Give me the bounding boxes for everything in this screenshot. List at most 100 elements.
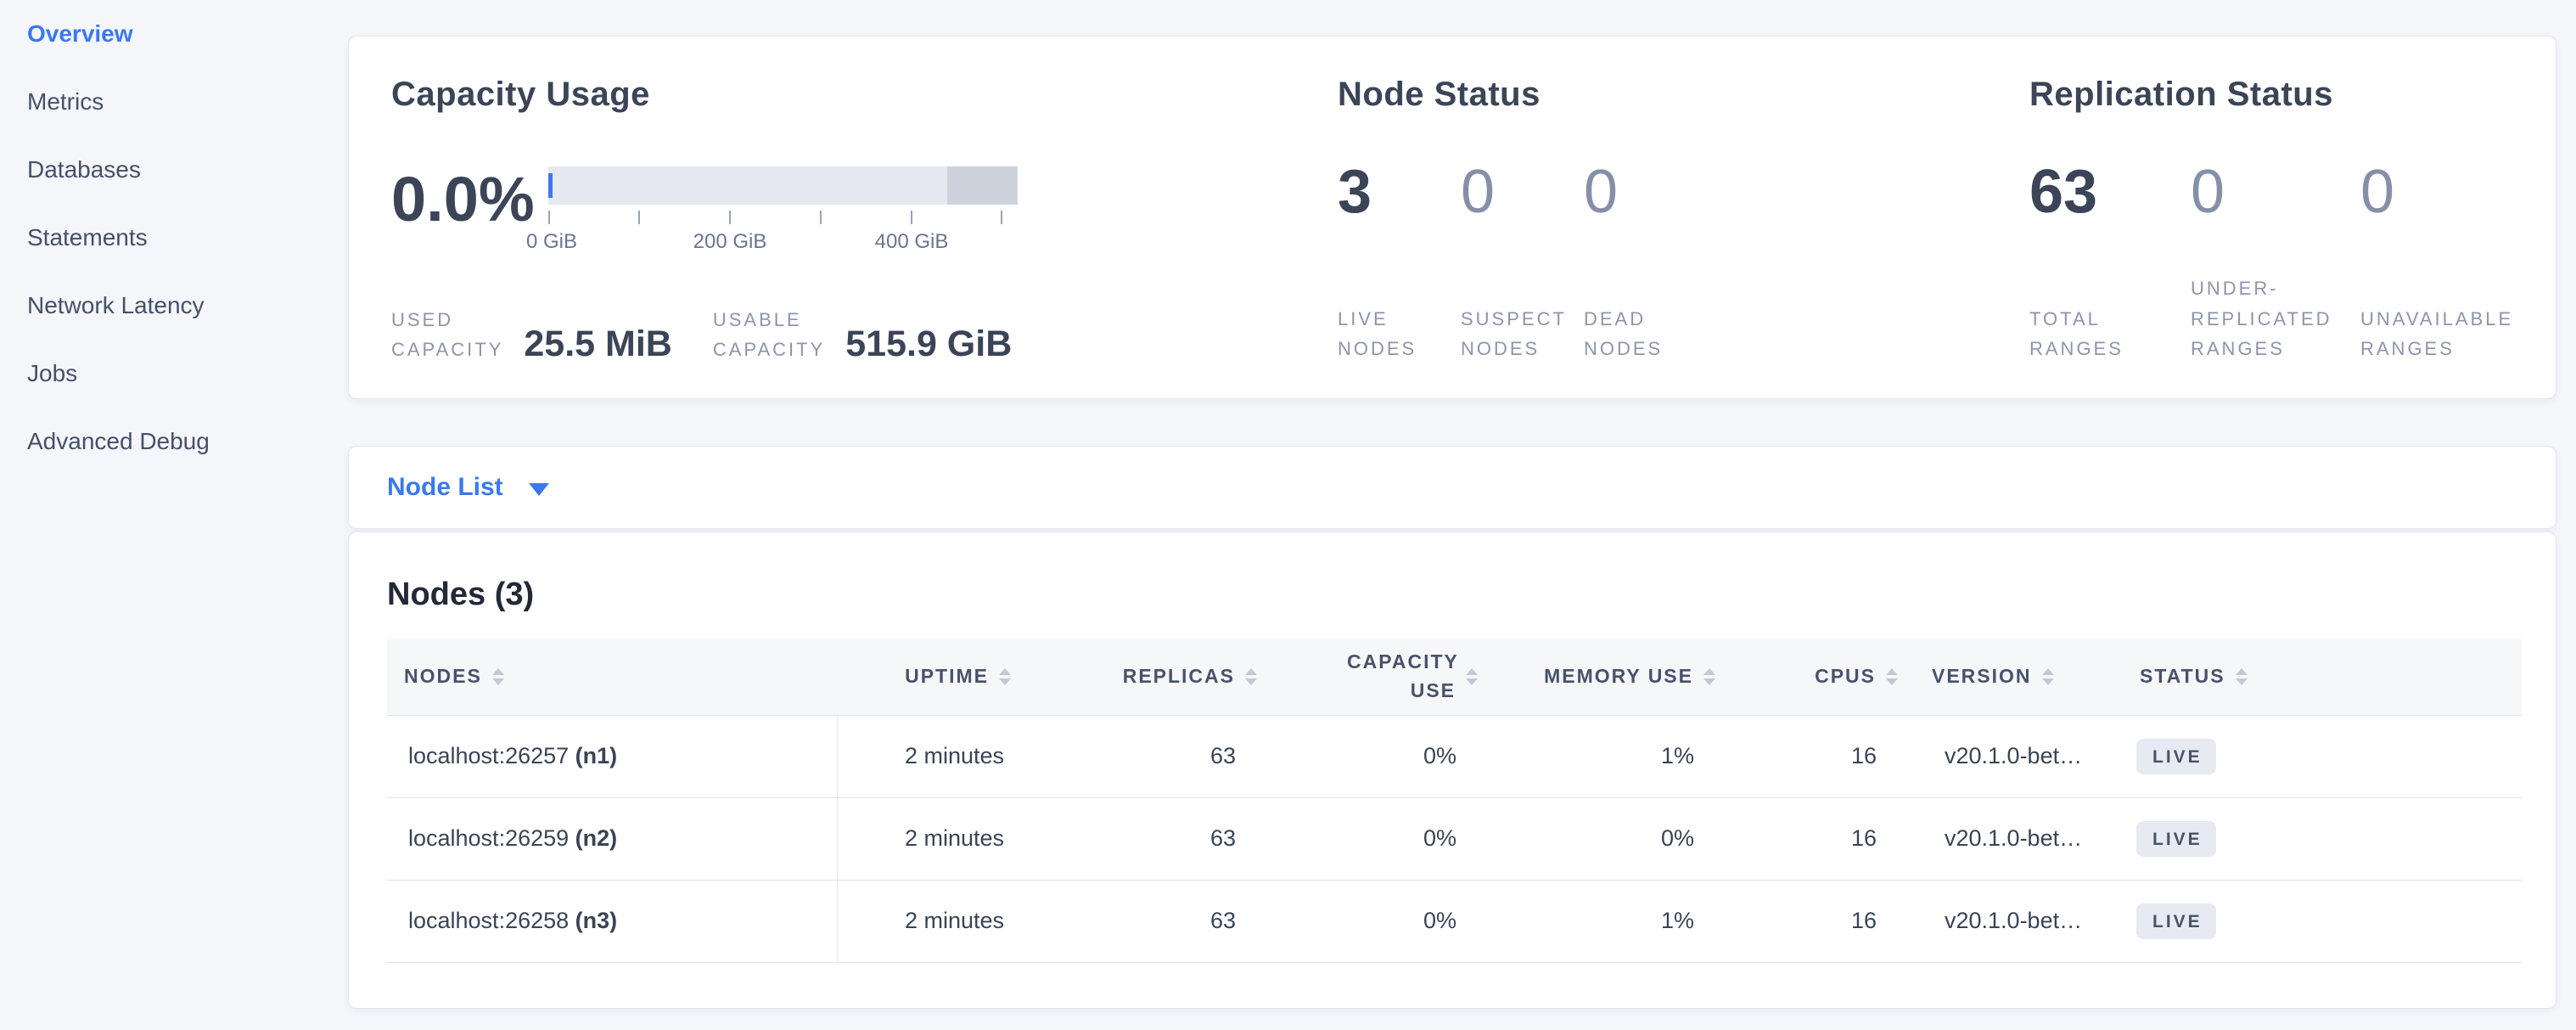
- total-ranges-stat: 63 TOTAL RANGES: [2029, 161, 2191, 363]
- node-address[interactable]: localhost:26258: [408, 908, 569, 933]
- usable-capacity-stat: USABLE CAPACITY 515.9 GiB: [713, 305, 1012, 364]
- axis-label-200gib: 200 GiB: [693, 230, 767, 254]
- cluster-summary-card: Capacity Usage 0.0%: [348, 36, 2556, 399]
- sidebar-item-network-latency[interactable]: Network Latency: [27, 272, 348, 340]
- node-replicas: 63: [1028, 715, 1274, 797]
- unavailable-ranges-label: UNAVAILABLE RANGES: [2360, 304, 2513, 363]
- column-header-version[interactable]: VERSION: [1915, 639, 2123, 715]
- table-row-node-2[interactable]: localhost:26259 (n2) 2 minutes 63 0% 0% …: [387, 797, 2522, 880]
- unavailable-ranges-stat: 0 UNAVAILABLE RANGES: [2360, 161, 2513, 363]
- suspect-nodes-stat: 0 SUSPECT NODES: [1461, 161, 1584, 363]
- node-version: v20.1.0-bet…: [1915, 715, 2123, 797]
- capacity-usage-title: Capacity Usage: [391, 76, 1338, 114]
- axis-tick: [729, 211, 731, 224]
- live-nodes-stat: 3 LIVE NODES: [1338, 161, 1461, 363]
- node-id: (n3): [575, 908, 618, 933]
- capacity-bar-chart: 0 GiB 200 GiB 400 GiB: [548, 166, 1018, 254]
- capacity-bar-track: [548, 166, 1018, 205]
- axis-tick: [820, 211, 822, 224]
- sort-icon: [1886, 668, 1898, 685]
- node-capacity-use: 0%: [1274, 880, 1495, 962]
- used-capacity-value: 25.5 MiB: [524, 326, 671, 363]
- node-cpus: 16: [1732, 715, 1915, 797]
- sidebar-item-metrics[interactable]: Metrics: [27, 68, 348, 136]
- under-replicated-ranges-stat: 0 UNDER- REPLICATED RANGES: [2191, 161, 2360, 363]
- capacity-usage-panel: Capacity Usage 0.0%: [391, 76, 1338, 398]
- table-row-node-3[interactable]: localhost:26258 (n3) 2 minutes 63 0% 1% …: [387, 880, 2522, 962]
- node-address[interactable]: localhost:26259: [408, 825, 569, 851]
- node-uptime: 2 minutes: [837, 715, 1028, 797]
- sidebar-item-statements[interactable]: Statements: [27, 204, 348, 272]
- usable-capacity-label: USABLE CAPACITY: [713, 305, 825, 364]
- node-memory-use: 1%: [1495, 880, 1732, 962]
- total-ranges-value: 63: [2029, 161, 2191, 222]
- column-header-cpus[interactable]: CPUS: [1732, 639, 1915, 715]
- axis-label-400gib: 400 GiB: [875, 230, 949, 254]
- sort-icon: [2042, 668, 2054, 685]
- column-header-nodes[interactable]: NODES: [387, 639, 837, 715]
- sidebar-item-jobs[interactable]: Jobs: [27, 340, 348, 408]
- node-list-selector-label: Node List: [387, 473, 503, 502]
- suspect-nodes-label: SUSPECT NODES: [1461, 304, 1584, 363]
- node-list-selector[interactable]: Node List: [348, 446, 2556, 529]
- main-content: Capacity Usage 0.0%: [348, 0, 2576, 1030]
- dead-nodes-stat: 0 DEAD NODES: [1584, 161, 1707, 363]
- sort-icon: [1245, 668, 1257, 685]
- status-badge: LIVE: [2136, 903, 2216, 939]
- dead-nodes-value: 0: [1584, 161, 1707, 222]
- column-header-replicas[interactable]: REPLICAS: [1028, 639, 1274, 715]
- axis-tick: [911, 211, 912, 224]
- app-root: Overview Metrics Databases Statements Ne…: [0, 0, 2576, 1030]
- under-replicated-ranges-label: UNDER- REPLICATED RANGES: [2191, 273, 2360, 363]
- node-address[interactable]: localhost:26257: [408, 743, 569, 768]
- column-header-uptime[interactable]: UPTIME: [837, 639, 1028, 715]
- nodes-table-card: Nodes (3) NODES UPTIME REP: [348, 532, 2556, 1009]
- under-replicated-ranges-value: 0: [2191, 161, 2360, 222]
- sort-icon: [1466, 668, 1478, 685]
- node-replicas: 63: [1028, 880, 1274, 962]
- sidebar-item-advanced-debug[interactable]: Advanced Debug: [27, 408, 348, 476]
- column-header-capacity-use[interactable]: CAPACITY USE: [1274, 639, 1495, 715]
- usable-capacity-value: 515.9 GiB: [845, 326, 1012, 363]
- capacity-axis: 0 GiB 200 GiB 400 GiB: [548, 205, 1018, 254]
- sidebar-item-overview[interactable]: Overview: [27, 0, 348, 68]
- status-badge: LIVE: [2136, 821, 2216, 857]
- capacity-bar-used-marker: [548, 173, 553, 198]
- column-header-memory-use[interactable]: MEMORY USE: [1495, 639, 1732, 715]
- used-capacity-label: USED CAPACITY: [391, 305, 503, 364]
- live-nodes-value: 3: [1338, 161, 1461, 222]
- capacity-percent: 0.0%: [391, 168, 548, 254]
- node-capacity-use: 0%: [1274, 715, 1495, 797]
- live-nodes-label: LIVE NODES: [1338, 304, 1461, 363]
- node-uptime: 2 minutes: [837, 797, 1028, 880]
- replication-status-title: Replication Status: [2029, 76, 2556, 114]
- axis-tick: [1001, 211, 1002, 224]
- unavailable-ranges-value: 0: [2360, 161, 2513, 222]
- node-cpus: 16: [1732, 797, 1915, 880]
- node-capacity-use: 0%: [1274, 797, 1495, 880]
- capacity-bar-remainder-segment: [947, 166, 1018, 205]
- axis-tick: [638, 211, 640, 224]
- node-status-title: Node Status: [1338, 76, 2029, 114]
- sort-icon: [999, 668, 1011, 685]
- used-capacity-stat: USED CAPACITY 25.5 MiB: [391, 305, 672, 364]
- table-row-node-1[interactable]: localhost:26257 (n1) 2 minutes 63 0% 1% …: [387, 715, 2522, 797]
- total-ranges-label: TOTAL RANGES: [2029, 304, 2191, 363]
- node-cpus: 16: [1732, 880, 1915, 962]
- replication-status-panel: Replication Status 63 TOTAL RANGES 0 UND…: [2029, 76, 2556, 398]
- node-memory-use: 0%: [1495, 797, 1732, 880]
- nodes-table-title: Nodes (3): [387, 577, 2522, 613]
- node-version: v20.1.0-bet…: [1915, 880, 2123, 962]
- node-memory-use: 1%: [1495, 715, 1732, 797]
- column-header-status[interactable]: STATUS: [2123, 639, 2522, 715]
- node-uptime: 2 minutes: [837, 880, 1028, 962]
- sidebar-item-databases[interactable]: Databases: [27, 136, 348, 204]
- status-badge: LIVE: [2136, 739, 2216, 774]
- axis-label-0gib: 0 GiB: [526, 230, 577, 254]
- node-replicas: 63: [1028, 797, 1274, 880]
- node-id: (n1): [575, 743, 618, 768]
- sidebar: Overview Metrics Databases Statements Ne…: [0, 0, 348, 1030]
- node-version: v20.1.0-bet…: [1915, 797, 2123, 880]
- sort-icon: [2236, 668, 2248, 685]
- sort-icon: [1703, 668, 1715, 685]
